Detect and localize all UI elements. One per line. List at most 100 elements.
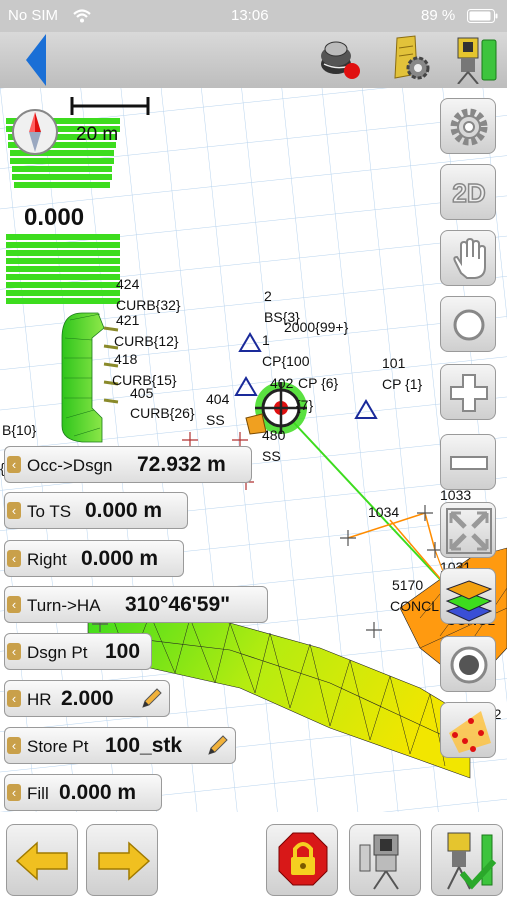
point-label: 101 (382, 355, 406, 371)
job-settings-icon[interactable] (385, 34, 431, 82)
layers-button[interactable] (440, 568, 496, 624)
info-panel-to-ts[interactable]: ‹ To TS 0.000 m (4, 492, 188, 529)
point-code-label: CURB{12} (114, 333, 179, 349)
point-code-label: B{10} (2, 422, 37, 438)
info-panel-value: 0.000 m (81, 547, 159, 570)
info-panel-occ-dsgn[interactable]: ‹ Occ->Dsgn 72.932 m (4, 446, 252, 483)
info-panel-key: Turn->HA (27, 596, 101, 615)
battery-icon (467, 9, 498, 23)
store-check-icon (447, 832, 497, 890)
elevation-readout: 0.000 (24, 204, 85, 231)
info-panel-dsgn-pt[interactable]: ‹ Dsgn Pt 100 (4, 633, 152, 670)
point-label: 421 (116, 312, 140, 328)
point-code-label: CURB{32} (116, 297, 181, 313)
info-panel-key: Fill (27, 784, 49, 803)
info-panel-key: Dsgn Pt (27, 643, 88, 662)
plus-icon (450, 374, 488, 412)
info-panel-value: 100 (105, 640, 141, 663)
point-label: 5170 (392, 577, 424, 593)
points-select-button[interactable] (440, 702, 496, 758)
tape-record-icon[interactable] (316, 36, 364, 82)
info-panel-turn-ha[interactable]: ‹ Turn->HA 310°46'59" (4, 586, 268, 623)
circle-icon (453, 309, 485, 341)
view-mode-button[interactable]: 2D (440, 164, 496, 220)
panel-chevron-icon[interactable]: ‹ (7, 784, 21, 801)
pencil-icon[interactable] (205, 734, 229, 758)
lock-button[interactable] (266, 824, 338, 896)
scale-label: 20 m (76, 124, 119, 145)
panel-chevron-icon[interactable]: ‹ (7, 643, 21, 660)
compass-icon[interactable] (12, 109, 58, 155)
info-panel-key: To TS (27, 502, 72, 521)
next-arrow-icon (98, 841, 151, 881)
point-selection-icon (449, 711, 491, 753)
wifi-icon (73, 9, 91, 23)
info-panel-key: Store Pt (27, 737, 89, 756)
point-label: 424 (116, 276, 140, 292)
record-button[interactable] (440, 636, 496, 692)
hand-icon (453, 237, 486, 279)
info-panel-store-pt[interactable]: ‹ Store Pt 100_stk (4, 727, 236, 764)
clock: 13:06 (231, 7, 269, 24)
point-code-label: 2000{99+} (284, 319, 349, 335)
info-panel-value: 0.000 m (85, 499, 163, 522)
info-panel-hr[interactable]: ‹ HR 2.000 (4, 680, 170, 717)
point-code-label: {7} (296, 397, 314, 413)
previous-point-button[interactable] (6, 824, 78, 896)
select-button[interactable] (440, 296, 496, 352)
panel-chevron-icon[interactable]: ‹ (7, 596, 21, 613)
zoom-in-button[interactable] (440, 364, 496, 420)
view-mode-label: 2D (452, 177, 487, 209)
point-label: 480 (262, 427, 286, 443)
zoom-extents-button[interactable] (440, 502, 496, 558)
info-panel-key: Occ->Dsgn (27, 456, 113, 475)
back-arrow-icon[interactable] (24, 32, 50, 88)
panel-chevron-icon[interactable]: ‹ (7, 690, 21, 707)
point-label: 2 (264, 288, 272, 304)
point-code-label: CP{100 (262, 353, 310, 369)
layers-icon (445, 580, 493, 622)
settings-button[interactable] (440, 98, 496, 154)
carrier-label: No SIM (8, 7, 59, 24)
info-panel-value: 100_stk (105, 734, 183, 757)
instrument-button[interactable] (349, 824, 421, 896)
map-canvas[interactable]: 20 m 0.000 424 CURB{32} 421 CURB{12} 418… (0, 88, 507, 812)
expand-arrows-icon (446, 508, 492, 554)
prev-arrow-icon (15, 841, 68, 881)
lock-icon (278, 832, 328, 886)
point-label: 404 (206, 391, 230, 407)
point-label: 405 (130, 385, 154, 401)
info-panel-value: 72.932 m (137, 453, 226, 476)
point-code-label: CP {6} (298, 375, 339, 391)
record-icon (450, 646, 488, 684)
point-label: 1 (262, 332, 270, 348)
battery-percent: 89 % (421, 7, 456, 24)
info-panel-value: 310°46'59" (125, 593, 231, 616)
point-code-label: CURB{26} (130, 405, 195, 421)
point-label: 1034 (368, 504, 400, 520)
pan-button[interactable] (440, 230, 496, 286)
zoom-out-button[interactable] (440, 434, 496, 490)
point-label: 418 (114, 351, 138, 367)
instrument-icon (359, 834, 399, 890)
top-toolbar (0, 32, 507, 88)
pencil-icon[interactable] (139, 687, 163, 711)
instrument-connect-icon[interactable] (452, 34, 500, 84)
store-point-button[interactable] (431, 824, 503, 896)
info-panel-fill[interactable]: ‹ Fill 0.000 m (4, 774, 162, 811)
bottom-toolbar (0, 812, 507, 900)
info-panel-value: 2.000 (61, 687, 114, 710)
point-code-label: SS (206, 412, 225, 428)
panel-chevron-icon[interactable]: ‹ (7, 456, 21, 473)
info-panel-key: HR (27, 690, 52, 709)
panel-chevron-icon[interactable]: ‹ (7, 502, 21, 519)
panel-chevron-icon[interactable]: ‹ (7, 737, 21, 754)
point-label: 402 (270, 375, 294, 391)
next-point-button[interactable] (86, 824, 158, 896)
point-code-label: CONCL (390, 598, 440, 614)
panel-chevron-icon[interactable]: ‹ (7, 550, 21, 567)
minus-icon (450, 456, 488, 470)
gear-icon (450, 108, 488, 146)
point-code-label: CP {1} (382, 376, 423, 392)
info-panel-right[interactable]: ‹ Right 0.000 m (4, 540, 184, 577)
